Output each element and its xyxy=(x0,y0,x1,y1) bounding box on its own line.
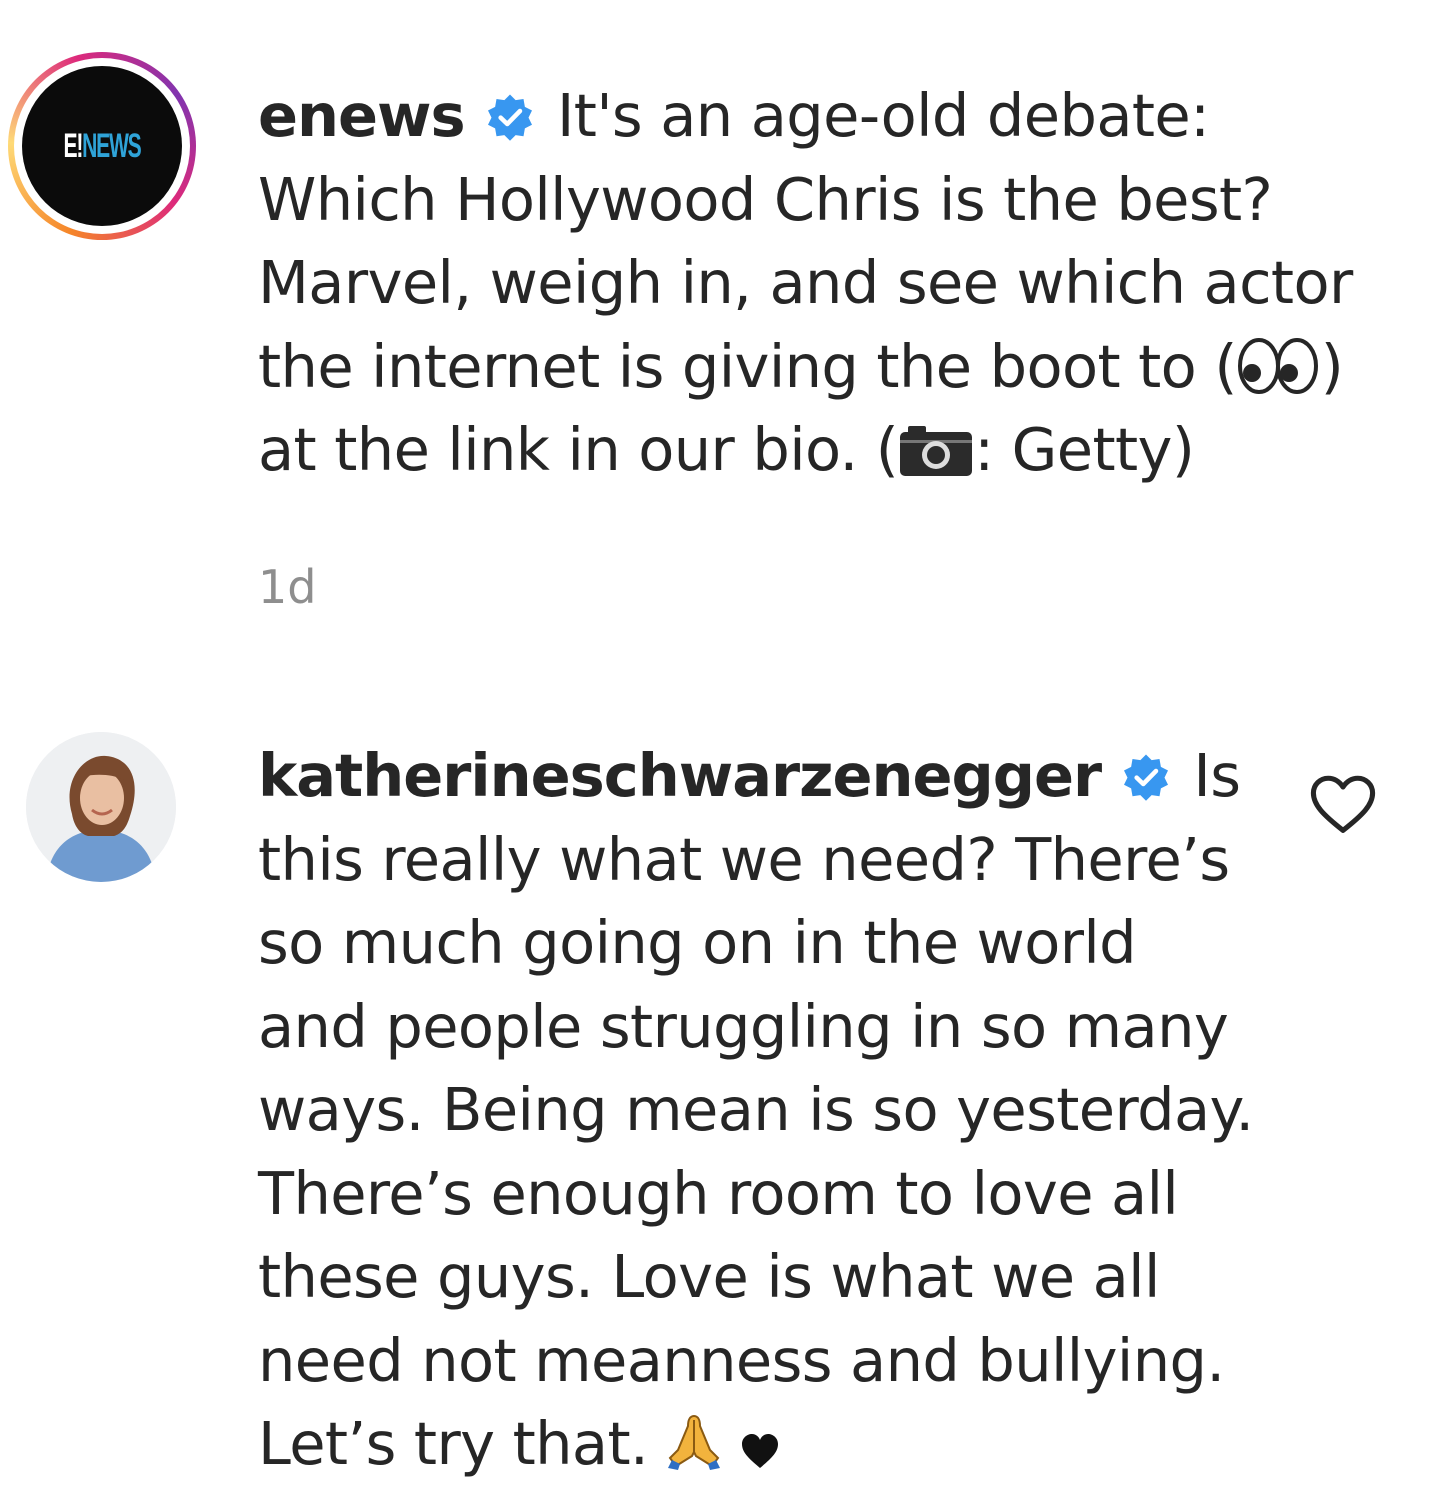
caption-line-4: the internet is giving the boot to ( xyxy=(258,331,1237,401)
enews-avatar[interactable]: E!NEWS xyxy=(8,52,196,240)
enews-logo-e: E! xyxy=(63,126,84,165)
caption-line-1: It's an age-old debate: xyxy=(556,81,1210,150)
comment-line-1: Is xyxy=(1193,741,1241,810)
comment-line-3: so much going on in the world xyxy=(258,908,1137,977)
comment-line-6: There’s enough room to love all xyxy=(258,1158,1179,1228)
eyes-emoji-icon xyxy=(1237,337,1318,394)
katherine-avatar[interactable] xyxy=(26,732,176,882)
comment-line-8: need not meanness and bullying. xyxy=(258,1325,1225,1395)
comment-username[interactable]: katherineschwarzenegger xyxy=(258,741,1102,810)
heart-emoji-icon xyxy=(742,1434,779,1468)
caption-line-4-end: ) xyxy=(1320,331,1344,401)
profile-photo-icon xyxy=(26,732,176,882)
verified-badge-icon xyxy=(487,94,532,141)
enews-logo: E!NEWS xyxy=(22,66,182,226)
like-heart-icon[interactable] xyxy=(1308,774,1378,836)
caption-line-5: at the link in our bio. ( xyxy=(258,415,899,484)
folded-hands-emoji-icon xyxy=(668,1414,721,1470)
comment-line-5: ways. Being mean is so yesterday. xyxy=(258,1075,1254,1144)
caption-line-3: Marvel, weigh in, and see which actor xyxy=(258,248,1353,317)
caption-timestamp[interactable]: 1d xyxy=(258,560,316,614)
enews-logo-news: NEWS xyxy=(82,126,142,165)
comment-line-2: this really what we need? There’s xyxy=(258,824,1230,894)
verified-badge-icon xyxy=(1124,754,1169,801)
caption-line-5-end: : Getty) xyxy=(974,415,1195,484)
camera-emoji-icon xyxy=(900,426,973,476)
comment-line-7: these guys. Love is what we all xyxy=(258,1242,1160,1311)
comment-line-4: and people struggling in so many xyxy=(258,991,1229,1061)
caption-text: enews It's an age-old debate: Which Holl… xyxy=(258,74,1378,492)
caption-username[interactable]: enews xyxy=(258,81,466,150)
caption-line-2: Which Hollywood Chris is the best? xyxy=(258,164,1273,234)
comment-item: katherineschwarzenegger Is this really w… xyxy=(0,700,1440,1484)
comment-line-9: Let’s try that. xyxy=(258,1409,649,1478)
comment-text: katherineschwarzenegger Is this really w… xyxy=(258,734,1268,1486)
post-caption: E!NEWS enews It's an age-old debate: Whi… xyxy=(0,0,1440,700)
